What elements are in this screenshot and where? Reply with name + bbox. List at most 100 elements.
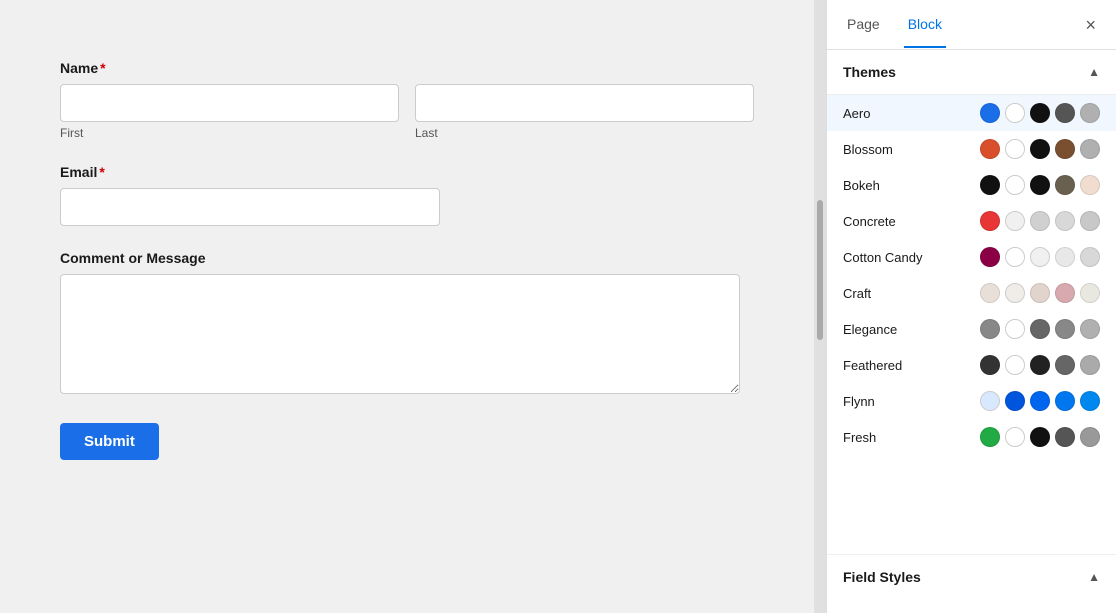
color-swatch[interactable]: [1030, 319, 1050, 339]
theme-row[interactable]: Aero: [827, 95, 1116, 131]
message-field-group: Comment or Message: [60, 250, 754, 399]
color-swatch[interactable]: [1055, 247, 1075, 267]
color-swatches: [980, 427, 1100, 447]
theme-row[interactable]: Bokeh: [827, 167, 1116, 203]
theme-row[interactable]: Craft: [827, 275, 1116, 311]
color-swatch[interactable]: [980, 139, 1000, 159]
color-swatch[interactable]: [1030, 139, 1050, 159]
themes-chevron-icon[interactable]: ▲: [1088, 65, 1100, 79]
last-label: Last: [415, 126, 754, 140]
color-swatch[interactable]: [980, 427, 1000, 447]
last-name-input[interactable]: [415, 84, 754, 122]
color-swatch[interactable]: [980, 391, 1000, 411]
color-swatch[interactable]: [1030, 103, 1050, 123]
first-name-wrapper: First: [60, 84, 399, 140]
color-swatches: [980, 211, 1100, 231]
email-input[interactable]: [60, 188, 440, 226]
color-swatch[interactable]: [1005, 211, 1025, 231]
color-swatch[interactable]: [1005, 247, 1025, 267]
color-swatch[interactable]: [1080, 427, 1100, 447]
theme-row[interactable]: Feathered: [827, 347, 1116, 383]
first-label: First: [60, 126, 399, 140]
theme-row[interactable]: Elegance: [827, 311, 1116, 347]
themes-list: Aero Blossom Bokeh Concrete Cotton Candy Craf…: [827, 95, 1116, 554]
color-swatch[interactable]: [980, 247, 1000, 267]
theme-row[interactable]: Flynn: [827, 383, 1116, 419]
color-swatches: [980, 139, 1100, 159]
name-label: Name*: [60, 60, 754, 76]
field-styles-label: Field Styles: [843, 569, 921, 585]
required-indicator: *: [100, 60, 105, 76]
color-swatch[interactable]: [1055, 139, 1075, 159]
color-swatch[interactable]: [1030, 175, 1050, 195]
color-swatch[interactable]: [1055, 175, 1075, 195]
color-swatch[interactable]: [1005, 103, 1025, 123]
color-swatch[interactable]: [1055, 319, 1075, 339]
color-swatch[interactable]: [980, 175, 1000, 195]
color-swatches: [980, 175, 1100, 195]
settings-panel: Page Block × Themes ▲ Aero Blossom Bokeh Co…: [826, 0, 1116, 613]
color-swatch[interactable]: [1080, 283, 1100, 303]
color-swatch[interactable]: [1080, 139, 1100, 159]
last-name-wrapper: Last: [415, 84, 754, 140]
email-field-group: Email*: [60, 164, 754, 226]
email-required-indicator: *: [99, 164, 104, 180]
color-swatch[interactable]: [980, 355, 1000, 375]
first-name-input[interactable]: [60, 84, 399, 122]
color-swatch[interactable]: [1080, 391, 1100, 411]
color-swatch[interactable]: [1005, 427, 1025, 447]
close-button[interactable]: ×: [1081, 12, 1100, 38]
message-textarea[interactable]: [60, 274, 740, 394]
email-label: Email*: [60, 164, 754, 180]
color-swatch[interactable]: [980, 103, 1000, 123]
color-swatch[interactable]: [1055, 211, 1075, 231]
field-styles-header: Field Styles ▲: [843, 555, 1100, 599]
color-swatches: [980, 103, 1100, 123]
color-swatch[interactable]: [980, 283, 1000, 303]
color-swatch[interactable]: [1030, 247, 1050, 267]
color-swatch[interactable]: [1005, 355, 1025, 375]
color-swatch[interactable]: [1030, 283, 1050, 303]
color-swatch[interactable]: [1005, 283, 1025, 303]
theme-name: Bokeh: [843, 178, 980, 193]
theme-name: Cotton Candy: [843, 250, 980, 265]
color-swatch[interactable]: [1080, 247, 1100, 267]
scroll-thumb[interactable]: [817, 200, 823, 340]
tab-block[interactable]: Block: [904, 2, 946, 48]
themes-section-header: Themes ▲: [827, 50, 1116, 95]
color-swatches: [980, 247, 1100, 267]
submit-button[interactable]: Submit: [60, 423, 159, 460]
color-swatches: [980, 283, 1100, 303]
color-swatch[interactable]: [1030, 211, 1050, 231]
theme-row[interactable]: Blossom: [827, 131, 1116, 167]
theme-name: Fresh: [843, 430, 980, 445]
color-swatch[interactable]: [1055, 391, 1075, 411]
color-swatch[interactable]: [1055, 427, 1075, 447]
color-swatch[interactable]: [1055, 103, 1075, 123]
field-styles-section: Field Styles ▲: [827, 554, 1116, 613]
theme-name: Aero: [843, 106, 980, 121]
color-swatch[interactable]: [1005, 139, 1025, 159]
color-swatch[interactable]: [1030, 427, 1050, 447]
theme-name: Craft: [843, 286, 980, 301]
theme-row[interactable]: Concrete: [827, 203, 1116, 239]
theme-row[interactable]: Cotton Candy: [827, 239, 1116, 275]
color-swatch[interactable]: [1055, 355, 1075, 375]
color-swatch[interactable]: [1080, 103, 1100, 123]
color-swatch[interactable]: [1080, 175, 1100, 195]
tab-page[interactable]: Page: [843, 2, 884, 48]
color-swatch[interactable]: [1030, 391, 1050, 411]
theme-row[interactable]: Fresh: [827, 419, 1116, 455]
color-swatch[interactable]: [1005, 391, 1025, 411]
color-swatch[interactable]: [1005, 319, 1025, 339]
color-swatch[interactable]: [980, 319, 1000, 339]
color-swatches: [980, 391, 1100, 411]
color-swatch[interactable]: [1080, 355, 1100, 375]
color-swatch[interactable]: [1080, 319, 1100, 339]
color-swatch[interactable]: [1030, 355, 1050, 375]
color-swatch[interactable]: [1005, 175, 1025, 195]
color-swatch[interactable]: [1055, 283, 1075, 303]
field-styles-chevron-icon[interactable]: ▲: [1088, 570, 1100, 584]
color-swatch[interactable]: [980, 211, 1000, 231]
color-swatch[interactable]: [1080, 211, 1100, 231]
